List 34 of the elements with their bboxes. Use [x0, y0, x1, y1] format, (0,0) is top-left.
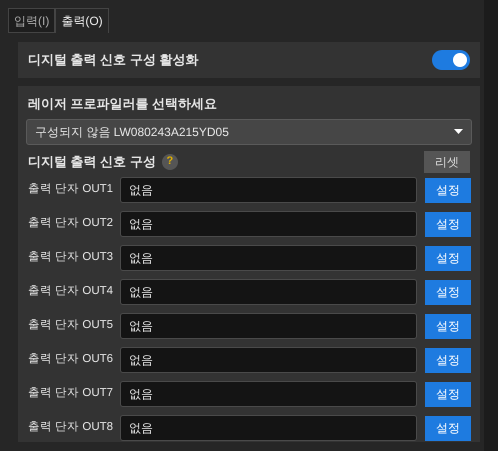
output-label: 출력 단자 OUT2: [28, 216, 114, 232]
output-label: 출력 단자 OUT5: [28, 318, 114, 334]
reset-button[interactable]: 리셋: [424, 150, 470, 172]
input-field[interactable]: 없음: [120, 211, 417, 237]
set-button[interactable]: 설정: [425, 348, 471, 372]
input-field[interactable]: 없음: [120, 313, 417, 339]
output-label: 출력 단자 OUT1: [28, 182, 114, 198]
output-label: 출력 단자 OUT4: [28, 284, 114, 300]
input-field[interactable]: 없음: [120, 177, 417, 203]
tab[interactable]: 입력(I): [8, 8, 56, 33]
help-icon[interactable]: ?: [162, 154, 178, 170]
set-button[interactable]: 설정: [425, 280, 471, 304]
output-label: 출력 단자 OUT8: [28, 420, 114, 436]
set-button[interactable]: 설정: [425, 314, 471, 338]
input-field[interactable]: 없음: [120, 381, 417, 407]
set-button[interactable]: 설정: [425, 246, 471, 270]
profiler-label: 레이저 프로파일러를 선택하세요: [28, 95, 218, 113]
tab[interactable]: 출력(O): [55, 8, 109, 33]
output-label: 출력 단자 OUT7: [28, 386, 114, 402]
output-label: 출력 단자 OUT6: [28, 352, 114, 368]
set-button[interactable]: 설정: [425, 212, 471, 236]
input-field[interactable]: 없음: [120, 245, 417, 271]
toggle-switch[interactable]: [432, 50, 470, 70]
set-button[interactable]: 설정: [425, 416, 471, 440]
config-label: 디지털 출력 신호 구성: [28, 152, 156, 171]
input-field[interactable]: 없음: [120, 279, 417, 305]
set-button[interactable]: 설정: [425, 382, 471, 406]
caret-icon: [454, 129, 463, 134]
enable-label: 디지털 출력 신호 구성 활성화: [28, 51, 198, 70]
input-field[interactable]: 없음: [120, 347, 417, 373]
set-button[interactable]: 설정: [425, 178, 471, 202]
input-field[interactable]: 없음: [120, 415, 417, 441]
output-label: 출력 단자 OUT3: [28, 250, 114, 266]
profiler-dropdown[interactable]: 구성되지 않음 LW080243A215YD05: [26, 118, 472, 144]
